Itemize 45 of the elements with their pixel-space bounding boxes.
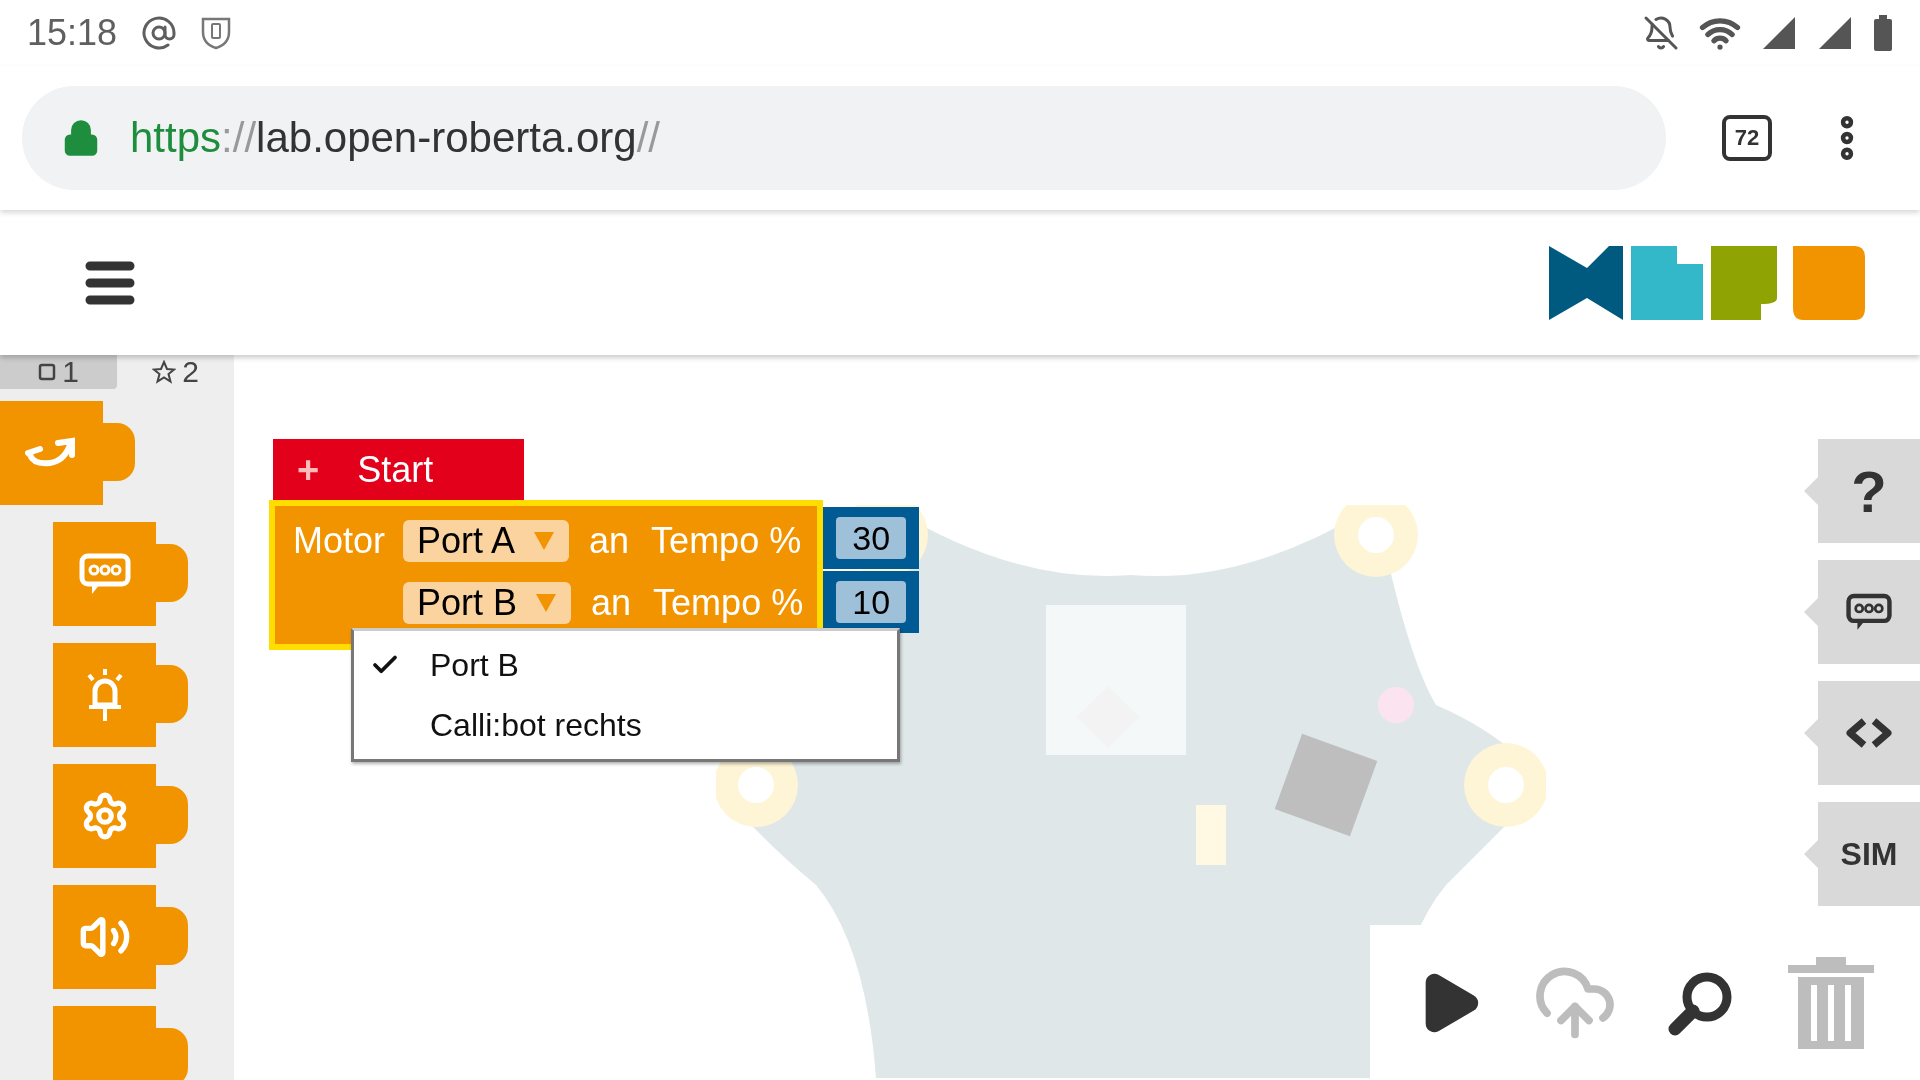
block-label: Tempo %: [653, 582, 804, 624]
port-dropdown[interactable]: Port B: [403, 582, 572, 624]
speech-bubble-icon: [1845, 592, 1893, 632]
signal-icon: [1761, 15, 1797, 51]
tab-count-button[interactable]: 72: [1722, 115, 1772, 161]
help-button[interactable]: ?: [1804, 439, 1920, 543]
category-block[interactable]: [53, 643, 188, 747]
url-text[interactable]: https://lab.open-roberta.org//: [130, 114, 660, 162]
number-field[interactable]: 30: [836, 517, 907, 559]
dropdown-arrow-icon: [533, 531, 556, 551]
battery-icon: [1873, 15, 1893, 51]
dropdown-arrow-icon: [535, 593, 558, 613]
comment-button[interactable]: [1804, 560, 1920, 664]
category-block[interactable]: [53, 764, 188, 868]
start-block[interactable]: + Start: [273, 439, 524, 501]
number-block[interactable]: 10: [823, 571, 920, 633]
number-field[interactable]: 10: [836, 581, 907, 623]
program-tab[interactable]: 2: [117, 355, 234, 389]
bell-off-icon: [1643, 15, 1679, 51]
port-dropdown[interactable]: Port A: [403, 520, 570, 562]
code-icon: [1846, 718, 1892, 748]
category-block[interactable]: [53, 522, 188, 626]
number-block[interactable]: 30: [823, 507, 920, 569]
menu-icon[interactable]: [85, 260, 135, 305]
block-label: an: [591, 582, 632, 624]
star-icon: [152, 360, 177, 384]
lock-icon: [62, 119, 100, 157]
status-time: 15:18: [27, 12, 118, 54]
start-label: Start: [357, 449, 434, 491]
at-sign-icon: [141, 15, 178, 51]
square-icon: [38, 363, 57, 381]
block-label: an: [589, 520, 630, 562]
category-block[interactable]: [53, 1006, 188, 1080]
block-label: Tempo %: [651, 520, 802, 562]
program-tab[interactable]: 1: [0, 355, 117, 389]
signal-icon: [1817, 15, 1853, 51]
category-block[interactable]: [53, 885, 188, 989]
sim-button[interactable]: SIM: [1804, 802, 1920, 906]
speech-bubble-icon: [77, 552, 132, 596]
menu-item[interactable]: Calli:bot rechts: [354, 695, 897, 755]
code-button[interactable]: [1804, 681, 1920, 785]
logo-icon: [1549, 245, 1865, 320]
category-block[interactable]: [0, 401, 135, 505]
block-label: Motor: [293, 520, 387, 562]
shield-icon: [201, 16, 232, 50]
